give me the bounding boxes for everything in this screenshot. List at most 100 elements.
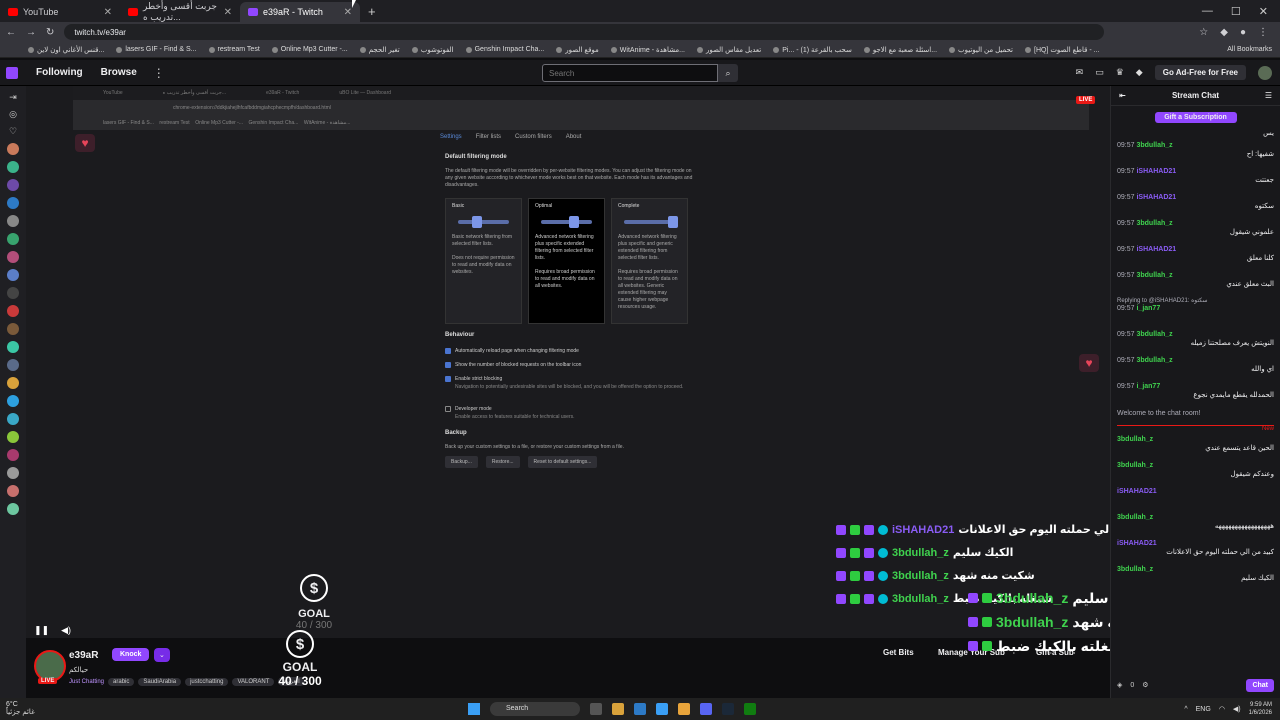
bookmark-item[interactable]: WitAnime - مشاهدة... (610, 46, 685, 54)
recommended-icon[interactable]: ◎ (9, 109, 17, 120)
message-username[interactable]: 3bdullah_z (1117, 462, 1153, 469)
bookmark-item[interactable]: تعديل مقاس الصور (696, 46, 761, 54)
tag[interactable]: arabic (108, 677, 135, 686)
pause-icon[interactable]: ❚❚ (34, 625, 49, 636)
channel-avatar[interactable] (7, 197, 19, 209)
minimize-button[interactable]: — (1202, 5, 1213, 18)
message-username[interactable]: iSHAHAD21 (1117, 540, 1157, 547)
channel-avatar[interactable] (7, 269, 19, 281)
crown-icon[interactable]: ♛ (1116, 67, 1124, 78)
discord-icon[interactable] (700, 703, 712, 715)
chat-send-button[interactable]: Chat (1246, 678, 1274, 692)
bookmark-item[interactable]: الفوتوشوب (411, 46, 454, 54)
bookmark-item[interactable]: restream Test (208, 46, 260, 53)
weather-widget[interactable]: 6°C غائم جزئياً (0, 701, 60, 717)
wifi-icon[interactable]: ◠ (1219, 705, 1225, 713)
settings-icon[interactable]: ⚙ (1142, 681, 1148, 689)
bookmark-item[interactable]: موقع الصور (556, 46, 599, 54)
extension-icon[interactable]: ◆ (1220, 27, 1228, 38)
bookmark-item[interactable]: تغير الحجم (359, 46, 400, 54)
bookmark-item[interactable]: Genshin Impact Cha... (465, 46, 544, 53)
message-username[interactable]: iSHAHAD21 (1136, 194, 1176, 201)
tag[interactable]: SaudiArabia (138, 677, 182, 686)
menu-icon[interactable]: ⋮ (1258, 27, 1268, 38)
channel-avatar[interactable] (7, 251, 19, 263)
browser-tab-video[interactable]: جربت أقسى وأخطر تدريب ه... ✕ (120, 1, 240, 22)
search-input[interactable] (542, 64, 718, 82)
channel-avatar[interactable] (7, 395, 19, 407)
bookmark-item[interactable]: اسئلة صعبة مع الاجو... (863, 46, 937, 54)
message-username[interactable]: 3bdullah_z (1136, 357, 1172, 364)
channel-avatar[interactable] (7, 503, 19, 515)
channel-avatar[interactable] (7, 305, 19, 317)
file-explorer-icon[interactable] (612, 703, 624, 715)
message-username[interactable]: iSHAHAD21 (1117, 488, 1157, 495)
channel-avatar[interactable] (7, 377, 19, 389)
more-options-icon[interactable]: ⋮ (153, 66, 165, 80)
edge-icon[interactable] (634, 703, 646, 715)
new-tab-button[interactable]: + (368, 4, 376, 19)
channel-avatar[interactable] (7, 359, 19, 371)
ad-free-button[interactable]: Go Ad-Free for Free (1154, 65, 1246, 80)
back-icon[interactable]: ← (6, 27, 16, 38)
tray-chevron-icon[interactable]: ^ (1184, 706, 1187, 713)
bookmark-item[interactable]: تحميل من اليوتيوب (949, 46, 1013, 54)
users-icon[interactable]: ☰ (1265, 91, 1272, 100)
task-view-icon[interactable] (590, 703, 602, 715)
gift-subscription-button[interactable]: Gift a Subscription (1154, 112, 1237, 123)
video-player[interactable]: YouTube جربت أقسى وأخطر تدريب ه... e39aR… (26, 86, 1110, 638)
channel-avatar[interactable] (7, 215, 19, 227)
close-icon[interactable]: ✕ (104, 7, 112, 18)
maximize-button[interactable]: ☐ (1231, 5, 1241, 18)
bookmark-item[interactable]: [HQ] قاطع الصوت - ... (1025, 46, 1099, 54)
mail-icon[interactable] (656, 703, 668, 715)
channel-avatar[interactable] (7, 287, 19, 299)
channel-avatar[interactable] (7, 413, 19, 425)
channel-avatar[interactable] (7, 431, 19, 443)
nav-following[interactable]: Following (36, 67, 83, 78)
message-username[interactable]: iSHAHAD21 (1136, 246, 1176, 253)
get-bits-button[interactable]: Get Bits (883, 648, 914, 657)
category-link[interactable]: Just Chatting (69, 679, 104, 685)
message-username[interactable]: 3bdullah_z (1136, 142, 1172, 149)
language-indicator[interactable]: ENG (1196, 706, 1211, 713)
whispers-icon[interactable]: ▭ (1095, 67, 1104, 78)
xbox-icon[interactable] (744, 703, 756, 715)
forward-icon[interactable]: → (26, 27, 36, 38)
channel-avatar[interactable] (7, 179, 19, 191)
message-username[interactable]: i_jan77 (1136, 383, 1160, 390)
message-username[interactable]: 3bdullah_z (1136, 272, 1172, 279)
close-window-button[interactable]: ✕ (1259, 5, 1268, 18)
windows-start-icon[interactable] (468, 703, 480, 715)
close-icon[interactable]: ✕ (224, 7, 232, 18)
bookmark-item[interactable]: Online Mp3 Cutter -... (271, 46, 348, 53)
search-icon[interactable]: ⌕ (718, 64, 738, 82)
channel-avatar[interactable] (7, 485, 19, 497)
url-field[interactable]: twitch.tv/e39ar (64, 24, 1105, 40)
channel-points-icon[interactable]: ◈ (1117, 681, 1122, 689)
collapse-chat-icon[interactable]: ⇤ (1119, 91, 1126, 100)
channel-avatar[interactable] (7, 467, 19, 479)
channel-avatar[interactable] (7, 323, 19, 335)
browser-tab-twitch[interactable]: e39aR - Twitch ✕ (240, 2, 360, 22)
channel-avatar[interactable] (7, 161, 19, 173)
chrome-icon[interactable] (678, 703, 690, 715)
message-username[interactable]: i_jan77 (1136, 305, 1160, 312)
bookmark-item[interactable]: Pi... - سحب بالقرعة (1) (773, 46, 852, 54)
volume-icon[interactable]: ◀) (1233, 705, 1241, 713)
message-username[interactable]: 3bdullah_z (1136, 220, 1172, 227)
inbox-icon[interactable]: ✉ (1076, 67, 1084, 78)
channel-avatar[interactable] (7, 341, 19, 353)
user-avatar[interactable] (1258, 65, 1272, 80)
steam-icon[interactable] (722, 703, 734, 715)
message-username[interactable]: iSHAHAD21 (1136, 168, 1176, 175)
star-icon[interactable]: ☆ (1199, 27, 1208, 38)
chevron-down-icon[interactable]: ⌄ (154, 648, 170, 662)
knock-button[interactable]: Knock (112, 648, 150, 661)
message-username[interactable]: 3bdullah_z (1117, 566, 1153, 573)
all-bookmarks-button[interactable]: All Bookmarks (1227, 46, 1280, 53)
channel-avatar[interactable] (7, 143, 19, 155)
channel-name[interactable]: e39aR (69, 650, 98, 661)
channel-avatar[interactable] (7, 233, 19, 245)
profile-icon[interactable]: ● (1240, 27, 1246, 38)
